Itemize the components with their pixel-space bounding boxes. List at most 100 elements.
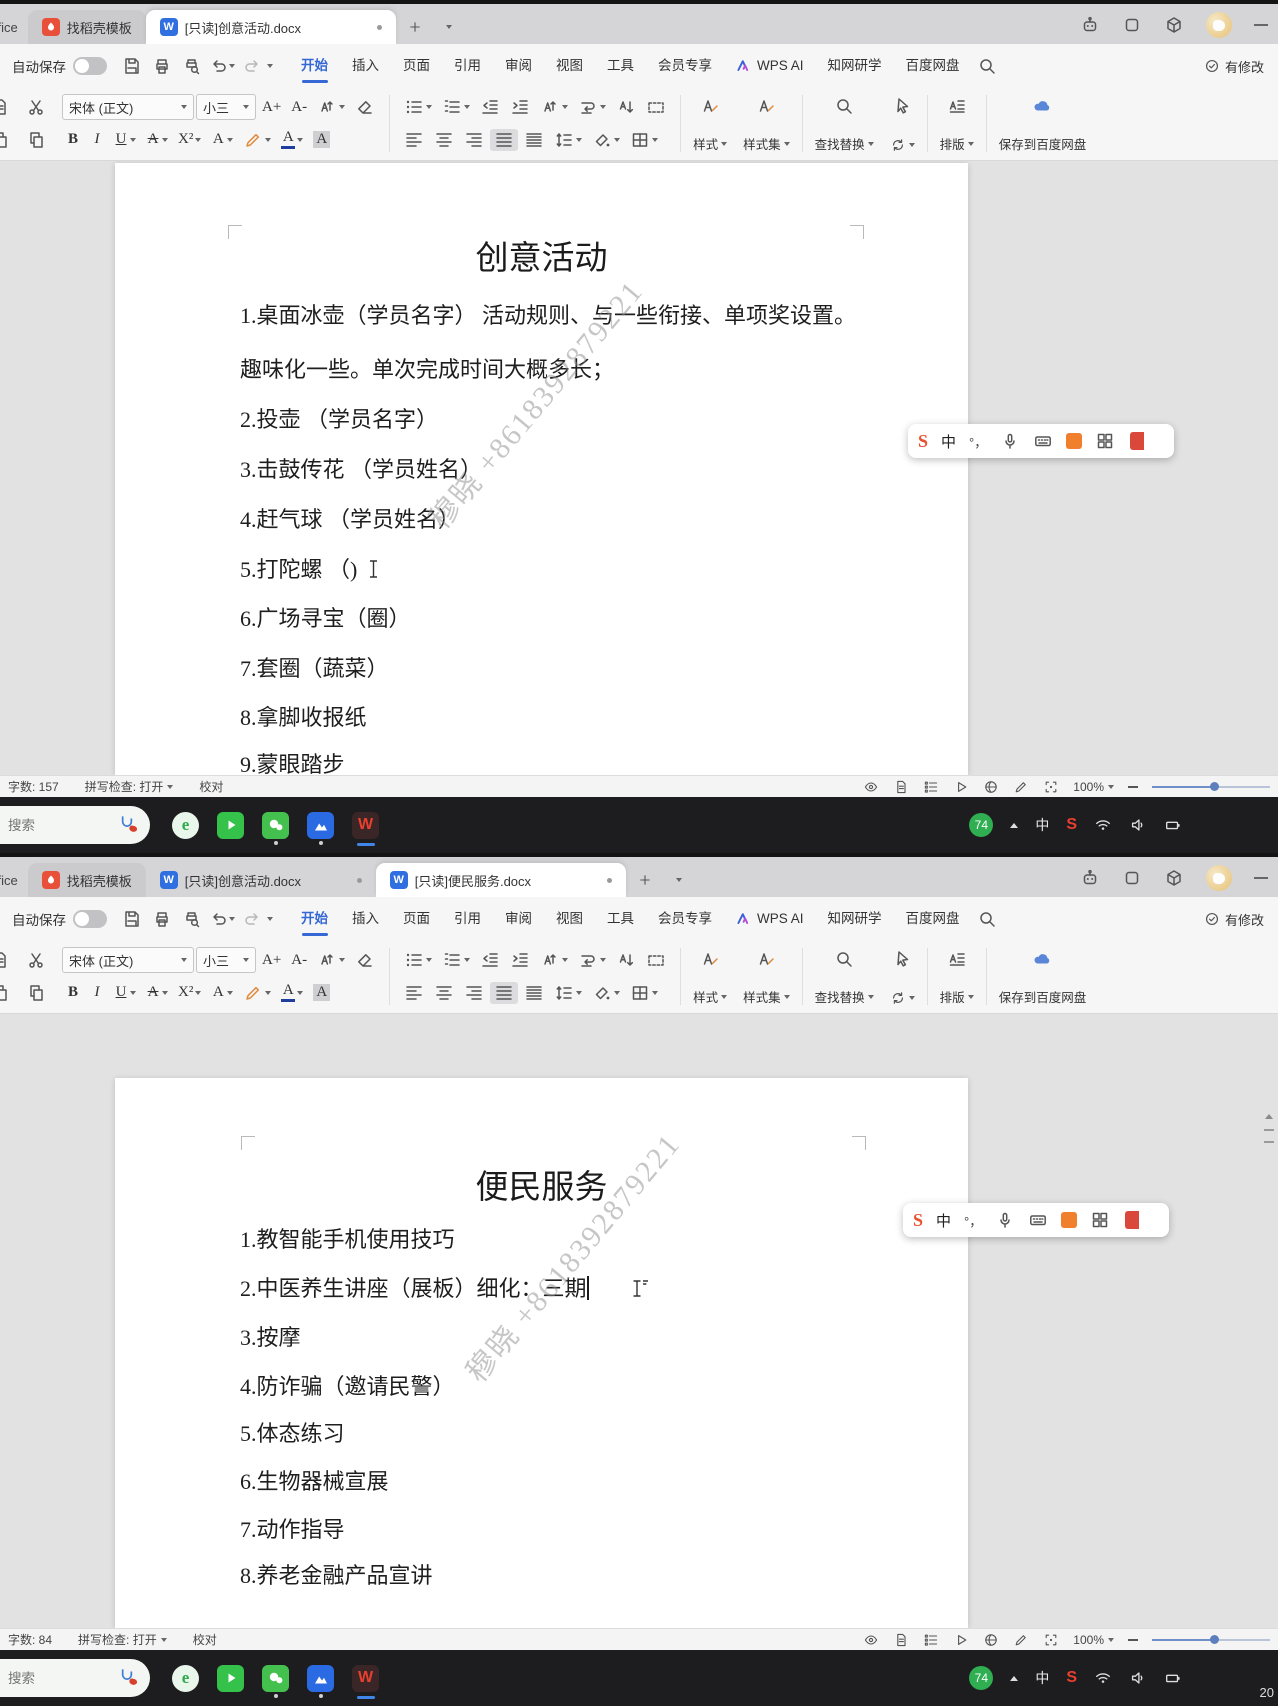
ime-indicator[interactable]: 中: [1035, 815, 1049, 835]
wps-taskbar-icon[interactable]: W: [352, 812, 379, 839]
styles-button[interactable]: 样式: [685, 944, 735, 1009]
wps-taskbar-icon[interactable]: W: [352, 1665, 379, 1692]
notification-badge[interactable]: 74: [969, 813, 993, 837]
read-mode-icon[interactable]: [953, 1632, 969, 1648]
increase-indent-button[interactable]: [506, 96, 534, 118]
shading-button[interactable]: [588, 129, 624, 151]
font-color-button[interactable]: A: [277, 982, 307, 1003]
tab-baidu-pan[interactable]: 百度网盘: [894, 899, 972, 939]
quark-icon[interactable]: [307, 1665, 334, 1692]
quickbar-more-icon[interactable]: [267, 64, 273, 68]
wechat-icon[interactable]: [262, 812, 289, 839]
bold-button[interactable]: B: [62, 130, 84, 149]
tab-insert[interactable]: 插入: [340, 899, 391, 939]
tab-reference[interactable]: 引用: [442, 46, 493, 86]
line-spacing-button[interactable]: [550, 129, 586, 151]
undo-button[interactable]: [208, 905, 236, 933]
ime-lang-toggle[interactable]: 中: [936, 1210, 951, 1231]
keyboard-icon[interactable]: [1028, 1210, 1048, 1230]
notification-badge[interactable]: 74: [969, 1666, 993, 1690]
volume-icon[interactable]: [1129, 816, 1147, 834]
ime-indicator[interactable]: 中: [1035, 1668, 1049, 1688]
typeset-button[interactable]: 排版: [932, 944, 982, 1009]
text-outline-button[interactable]: A: [207, 130, 237, 149]
quark-icon[interactable]: [307, 812, 334, 839]
ime-toolbar[interactable]: S 中 °，: [903, 1203, 1169, 1237]
scrollbar[interactable]: [1263, 1114, 1275, 1143]
tab-insert[interactable]: 插入: [340, 46, 391, 86]
ime-skin-icon[interactable]: [1125, 1211, 1139, 1229]
browser-icon[interactable]: e: [172, 1665, 199, 1692]
align-center-button[interactable]: [430, 129, 458, 151]
wifi-icon[interactable]: [1094, 816, 1112, 834]
shading-button[interactable]: [588, 982, 624, 1004]
superscript-button[interactable]: X²: [174, 130, 205, 149]
tab-wps-ai[interactable]: WPS AI: [724, 46, 816, 86]
align-right-button[interactable]: [460, 129, 488, 151]
ime-punct-toggle[interactable]: °，: [964, 1211, 982, 1230]
new-tab-button[interactable]: [402, 14, 428, 40]
tab-member[interactable]: 会员专享: [646, 899, 724, 939]
fullscreen-icon[interactable]: [1043, 779, 1059, 795]
underline-button[interactable]: U: [110, 983, 140, 1002]
bullet-list-button[interactable]: [400, 96, 436, 118]
font-name-select[interactable]: 宋体 (正文): [62, 94, 194, 120]
paste-button[interactable]: [22, 982, 50, 1004]
cut-button[interactable]: [22, 949, 50, 971]
font-name-select[interactable]: 宋体 (正文): [62, 947, 194, 973]
wechat-icon[interactable]: [262, 1665, 289, 1692]
search-input[interactable]: [8, 818, 98, 833]
cut-button[interactable]: [22, 96, 50, 118]
save-to-baidu-button[interactable]: 保存到百度网盘: [991, 91, 1095, 156]
select-tool-button[interactable]: [882, 944, 923, 1009]
scroll-up-icon[interactable]: [1265, 1114, 1273, 1119]
ime-toolbox-icon[interactable]: [1090, 1210, 1110, 1230]
decrease-indent-button[interactable]: [476, 96, 504, 118]
edit-mode-icon[interactable]: [1013, 779, 1029, 795]
apps-cube-icon[interactable]: [1164, 15, 1184, 35]
clear-format-button[interactable]: [351, 949, 379, 971]
show-marks-button[interactable]: [642, 949, 670, 971]
style-set-button[interactable]: 样式集: [735, 91, 798, 156]
new-tab-button[interactable]: [632, 867, 658, 893]
bold-button[interactable]: B: [62, 983, 84, 1002]
battery-icon[interactable]: [1164, 816, 1182, 834]
clear-format-button[interactable]: [351, 96, 379, 118]
increase-indent-button[interactable]: [506, 949, 534, 971]
mic-icon[interactable]: [995, 1210, 1015, 1230]
print-button[interactable]: [148, 905, 176, 933]
tab-doc-creative[interactable]: W [只读]创意活动.docx: [146, 10, 396, 44]
ime-skin-icon[interactable]: [1130, 432, 1144, 450]
tab-doc-creative[interactable]: W [只读]创意活动.docx: [146, 863, 376, 897]
tab-page[interactable]: 页面: [391, 899, 442, 939]
sogou-icon[interactable]: S: [1066, 816, 1077, 834]
minimize-button[interactable]: [1254, 24, 1268, 26]
tab-list-button[interactable]: [436, 14, 462, 40]
volume-icon[interactable]: [1129, 1669, 1147, 1687]
zoom-slider[interactable]: [1152, 786, 1270, 788]
zoom-out-button[interactable]: [1128, 1639, 1138, 1641]
outline-view-icon[interactable]: [923, 779, 939, 795]
web-view-icon[interactable]: [983, 779, 999, 795]
align-center-button[interactable]: [430, 982, 458, 1004]
text-direction-button[interactable]: [536, 96, 572, 118]
battery-icon[interactable]: [1164, 1669, 1182, 1687]
spellcheck-status[interactable]: 拼写检查: 打开: [78, 1631, 167, 1648]
tray-expand-icon[interactable]: [1010, 823, 1018, 828]
numbered-list-button[interactable]: [438, 949, 474, 971]
print-button[interactable]: [148, 52, 176, 80]
text-effects-button[interactable]: [313, 96, 349, 118]
tab-cnki[interactable]: 知网研学: [816, 46, 894, 86]
outline-view-icon[interactable]: [923, 1632, 939, 1648]
edit-mode-icon[interactable]: [1013, 1632, 1029, 1648]
sort-button[interactable]: [612, 949, 640, 971]
restore-window-icon[interactable]: [1122, 868, 1142, 888]
search-input[interactable]: [8, 1671, 98, 1686]
keyboard-icon[interactable]: [1033, 431, 1053, 451]
tab-doc-service[interactable]: W [只读]便民服务.docx: [376, 863, 626, 897]
superscript-button[interactable]: X²: [174, 983, 205, 1002]
align-right-button[interactable]: [460, 982, 488, 1004]
line-spacing-button[interactable]: [550, 982, 586, 1004]
tab-wps-ai[interactable]: WPS AI: [724, 899, 816, 939]
strikethrough-button[interactable]: A: [142, 983, 172, 1002]
